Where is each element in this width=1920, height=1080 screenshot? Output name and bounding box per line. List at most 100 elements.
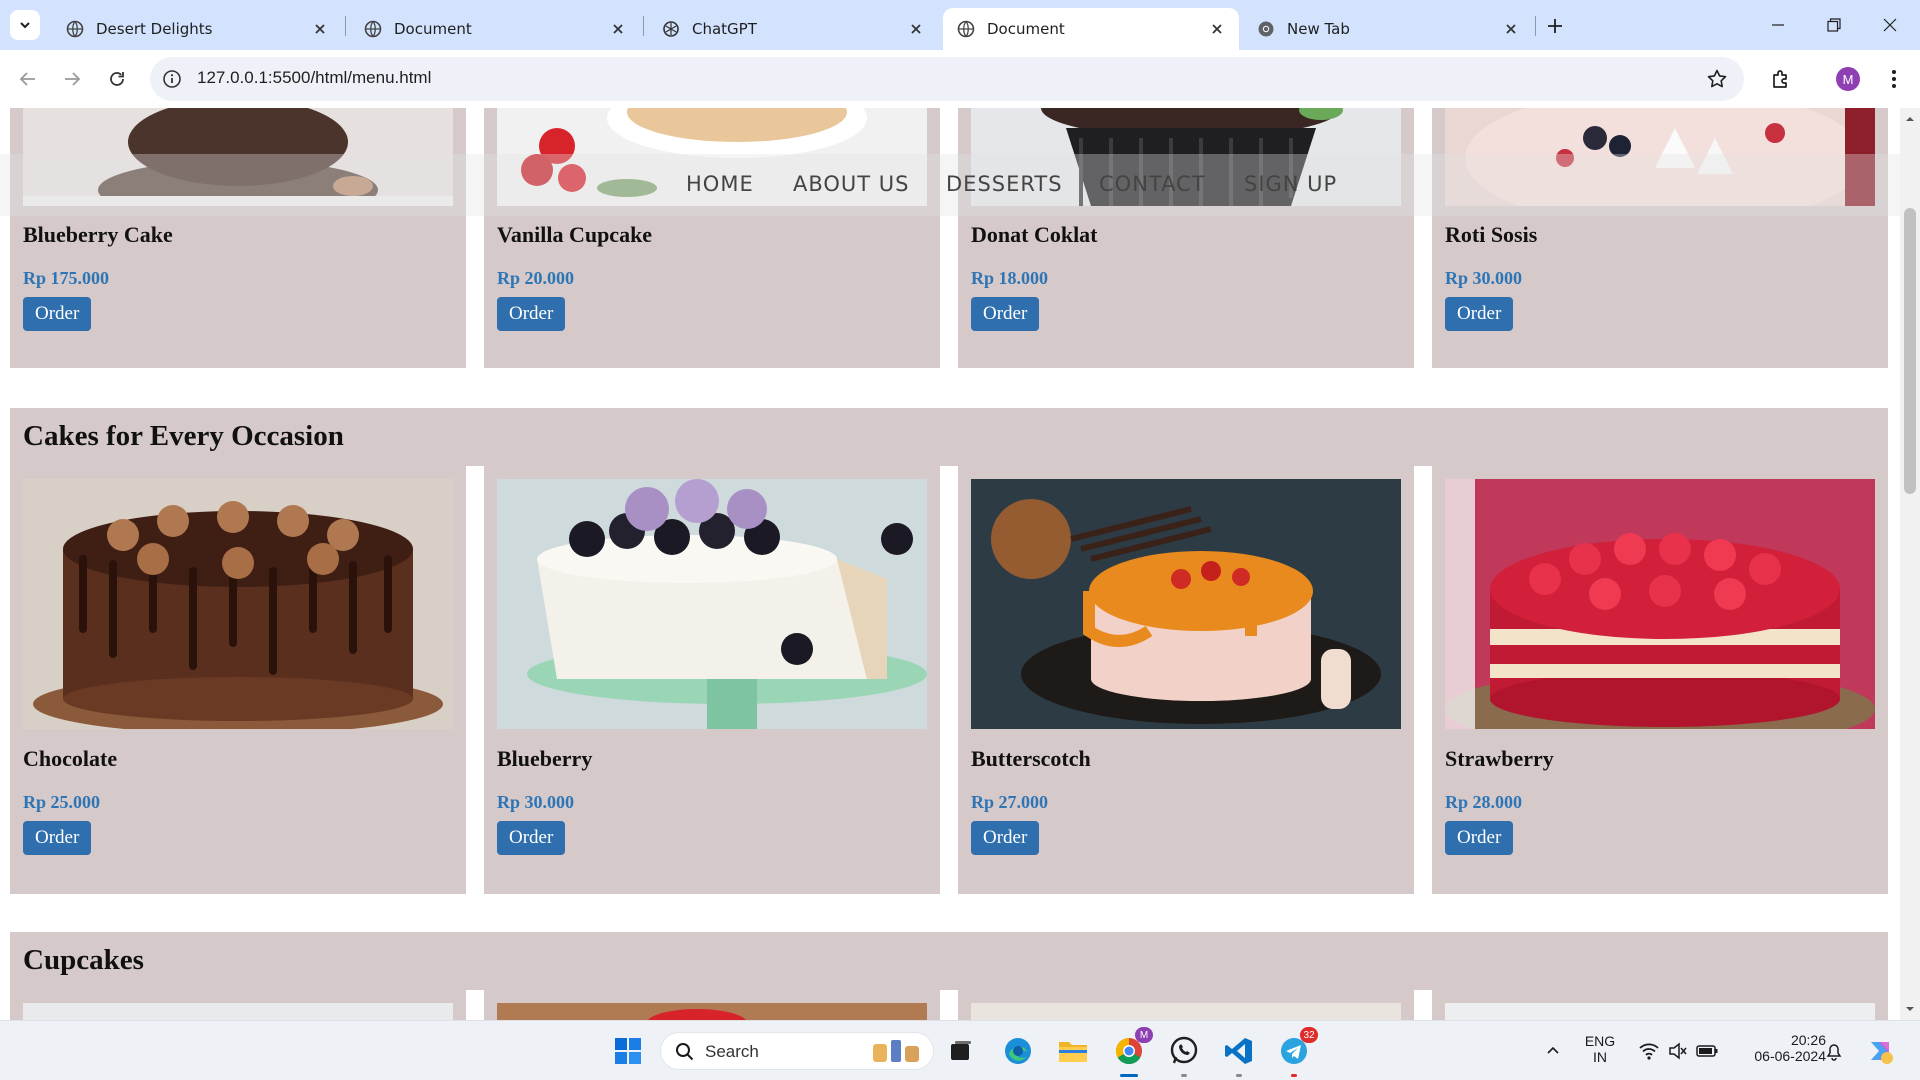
close-icon[interactable] — [1503, 21, 1519, 37]
address-bar[interactable]: 127.0.0.1:5500/html/menu.html — [150, 57, 1744, 101]
taskbar-telegram[interactable]: 32 — [1274, 1027, 1318, 1077]
notifications-button[interactable] — [1816, 1031, 1852, 1071]
tab-separator — [643, 16, 644, 36]
info-icon[interactable] — [162, 69, 182, 89]
scroll-up-icon[interactable] — [1905, 114, 1915, 124]
order-button[interactable]: Order — [23, 297, 92, 331]
nav-contact[interactable]: CONTACT — [1099, 172, 1206, 196]
back-button[interactable] — [12, 63, 44, 95]
tab-strip: Desert Delights Document ChatGPT Documen… — [0, 0, 1920, 50]
show-hidden-icons-button[interactable] — [1533, 1031, 1573, 1071]
close-icon[interactable] — [312, 21, 328, 37]
volume-muted-icon — [1669, 1042, 1687, 1060]
profile-button[interactable]: M — [1832, 63, 1864, 95]
scroll-down-icon[interactable] — [1905, 1004, 1915, 1014]
order-button[interactable]: Order — [1445, 821, 1514, 855]
tab-label: ChatGPT — [692, 20, 757, 38]
tab-new-tab[interactable]: New Tab — [1243, 8, 1533, 50]
task-view-button[interactable] — [941, 1031, 981, 1071]
order-button[interactable]: Order — [497, 297, 566, 331]
order-button[interactable]: Order — [971, 821, 1040, 855]
url-text[interactable]: 127.0.0.1:5500/html/menu.html — [197, 68, 431, 88]
task-view-icon — [951, 1041, 971, 1060]
item-price: Rp 20.000 — [497, 268, 575, 288]
tab-document-1[interactable]: Document — [350, 8, 640, 50]
quick-settings[interactable] — [1632, 1031, 1724, 1071]
close-icon[interactable] — [908, 21, 924, 37]
clock[interactable]: 20:26 06-06-2024 — [1730, 1032, 1826, 1064]
wifi-icon — [1639, 1043, 1659, 1060]
menu-card: Strawberry Rp 28.000 Order — [1432, 466, 1888, 894]
page-scrollbar[interactable] — [1900, 108, 1920, 1020]
taskbar-whatsapp[interactable] — [1164, 1031, 1204, 1077]
menu-card: Roti Sosis Rp 30.000 Order — [1432, 108, 1888, 368]
item-name: Butterscotch — [971, 746, 1091, 771]
search-label: Search — [705, 1042, 759, 1061]
nav-about-us[interactable]: ABOUT US — [793, 172, 910, 196]
scroll-thumb[interactable] — [1904, 208, 1916, 494]
section-header: Cupcakes — [10, 932, 1888, 990]
cupcake-image — [23, 1003, 453, 1020]
windows-logo-icon — [615, 1038, 641, 1064]
item-price: Rp 30.000 — [497, 792, 575, 812]
language-indicator[interactable]: ENG IN — [1580, 1033, 1620, 1065]
menu-card: Donat Coklat Rp 18.000 Order — [958, 108, 1414, 368]
profile-badge: M — [1135, 1027, 1153, 1043]
reload-button[interactable] — [101, 63, 133, 95]
tab-desert-delights[interactable]: Desert Delights — [52, 8, 342, 50]
kebab-menu-icon — [1892, 70, 1896, 88]
globe-icon — [364, 20, 382, 38]
close-icon[interactable] — [610, 21, 626, 37]
tab-chatgpt[interactable]: ChatGPT — [648, 8, 938, 50]
running-indicator — [1291, 1074, 1297, 1077]
order-button[interactable]: Order — [1445, 297, 1514, 331]
search-icon — [676, 1043, 694, 1061]
forward-button[interactable] — [56, 63, 88, 95]
tab-separator — [1535, 16, 1536, 36]
vscode-icon — [1225, 1038, 1252, 1064]
order-button[interactable]: Order — [971, 297, 1040, 331]
menu-card — [958, 990, 1414, 1020]
item-name: Strawberry — [1445, 746, 1554, 771]
taskbar-file-explorer[interactable] — [1053, 1031, 1093, 1071]
minimize-icon — [1772, 24, 1784, 26]
bookmark-star-icon[interactable] — [1706, 68, 1728, 90]
tab-separator — [345, 16, 346, 36]
search-highlight-icon — [873, 1040, 919, 1062]
globe-icon — [957, 20, 975, 38]
restore-button[interactable] — [1806, 0, 1862, 50]
order-button[interactable]: Order — [23, 821, 92, 855]
clock-time: 20:26 — [1790, 1032, 1826, 1048]
menu-card: Chocolate Rp 25.000 Order — [10, 466, 466, 894]
new-tab-button[interactable] — [1542, 13, 1568, 39]
arrow-right-icon — [65, 72, 81, 86]
taskbar-chrome[interactable]: M — [1109, 1027, 1153, 1077]
nav-home[interactable]: HOME — [686, 172, 754, 196]
copilot-button[interactable] — [1860, 1031, 1900, 1071]
minimize-button[interactable] — [1750, 0, 1806, 50]
order-button[interactable]: Order — [497, 821, 566, 855]
close-window-button[interactable] — [1862, 0, 1918, 50]
nav-desserts[interactable]: DESSERTS — [946, 172, 1063, 196]
menu-card — [1432, 990, 1888, 1020]
notification-badge: 32 — [1300, 1027, 1318, 1043]
bell-icon — [1826, 1044, 1842, 1061]
section-title: Cupcakes — [23, 944, 144, 976]
tab-document-active[interactable]: Document — [943, 8, 1239, 50]
nav-sign-up[interactable]: SIGN UP — [1244, 172, 1337, 196]
close-icon[interactable] — [1209, 21, 1225, 37]
item-name: Chocolate — [23, 746, 118, 771]
start-button[interactable] — [608, 1031, 648, 1071]
browser-menu-button[interactable] — [1878, 63, 1910, 95]
tab-search-button[interactable] — [10, 10, 40, 40]
taskbar-vscode[interactable] — [1219, 1031, 1259, 1077]
extensions-button[interactable] — [1765, 63, 1797, 95]
taskbar-edge[interactable] — [998, 1031, 1038, 1071]
site-navbar: HOME ABOUT US DESSERTS CONTACT SIGN UP — [0, 154, 1900, 216]
page-viewport: Blueberry Cake Rp 175.000 Order Vanilla … — [0, 108, 1900, 1020]
running-indicator — [1236, 1074, 1242, 1077]
cupcake-image — [1445, 1003, 1875, 1020]
taskbar-search[interactable]: Search — [660, 1032, 934, 1070]
battery-icon — [1696, 1045, 1718, 1057]
item-price: Rp 30.000 — [1445, 268, 1523, 288]
